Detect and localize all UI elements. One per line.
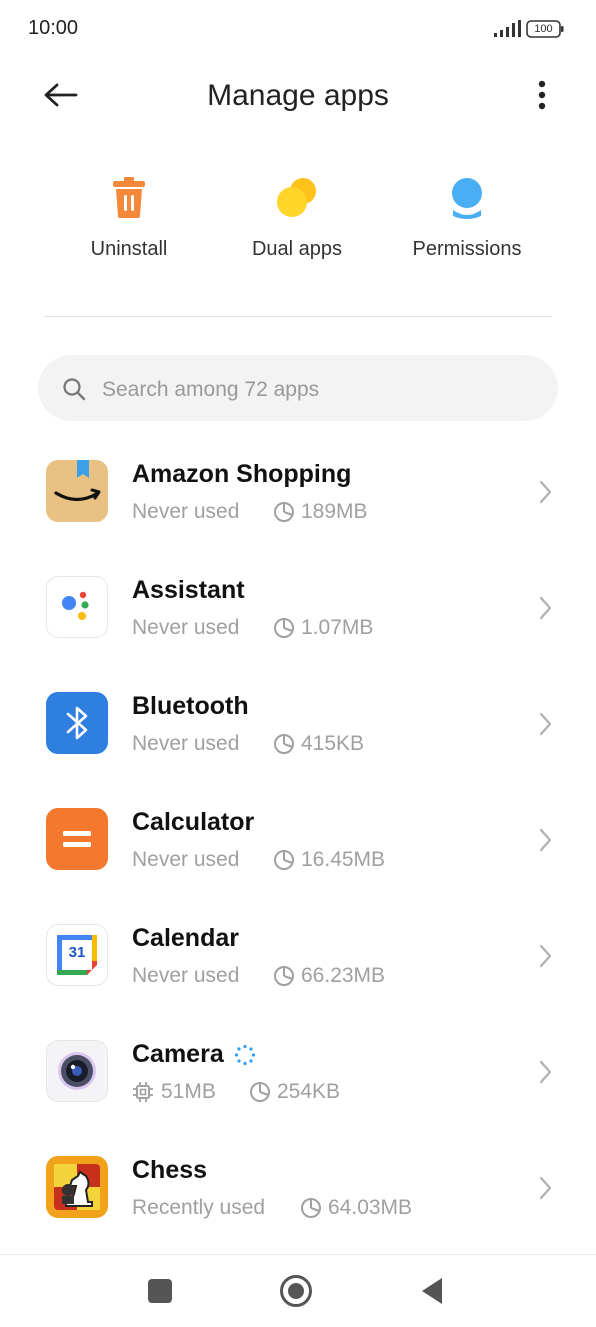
storage-pie-icon (301, 1198, 321, 1218)
status-bar: 10:00 100 (0, 0, 596, 58)
permissions-icon (452, 178, 482, 219)
app-usage: Never used (132, 732, 240, 755)
battery-icon: 100 (526, 20, 564, 38)
app-name: Amazon Shopping (132, 460, 352, 488)
recents-button[interactable] (142, 1273, 178, 1309)
storage-pie-icon (274, 734, 294, 754)
bluetooth-icon (46, 692, 108, 754)
battery-level: 100 (534, 23, 553, 35)
chevron-right-icon (539, 480, 552, 504)
app-name: Bluetooth (132, 692, 249, 720)
chevron-right-icon (539, 712, 552, 736)
calendar-day: 31 (68, 944, 86, 961)
app-row-bluetooth[interactable]: Bluetooth Never used 415KB (0, 692, 596, 808)
app-row-assistant[interactable]: Assistant Never used 1.07MB (0, 576, 596, 692)
home-button[interactable] (278, 1273, 314, 1309)
assistant-icon (46, 576, 108, 638)
dual-apps-button[interactable]: Dual apps (212, 176, 382, 276)
storage-pie-icon (274, 618, 294, 638)
chevron-right-icon (539, 1060, 552, 1084)
app-name: Camera (132, 1040, 224, 1068)
more-options-icon[interactable] (524, 76, 560, 116)
app-size: 254KB (277, 1080, 341, 1103)
uninstall-button[interactable]: Uninstall (44, 176, 214, 276)
search-icon (63, 378, 86, 401)
storage-pie-icon (274, 966, 294, 986)
app-usage: Never used (132, 964, 240, 987)
storage-pie-icon (274, 502, 294, 522)
dual-apps-icon (277, 178, 316, 217)
camera-icon (46, 1040, 108, 1102)
app-usage: Never used (132, 848, 240, 871)
app-name: Calendar (132, 924, 239, 952)
app-row-calculator[interactable]: Calculator Never used 16.45MB (0, 808, 596, 924)
app-row-camera[interactable]: Camera 51MB 254KB (0, 1040, 596, 1156)
page-title: Manage apps (207, 79, 389, 112)
app-name: Chess (132, 1156, 208, 1184)
dual-apps-label: Dual apps (251, 238, 343, 260)
trash-icon (113, 177, 145, 218)
app-usage: Recently used (132, 1196, 266, 1219)
app-row-amazon-shopping[interactable]: Amazon Shopping Never used 189MB (0, 460, 596, 576)
permissions-label: Permissions (412, 238, 522, 260)
app-size: 16.45MB (301, 848, 386, 871)
app-usage: Never used (132, 616, 240, 639)
storage-pie-icon (274, 850, 294, 870)
signal-icon (494, 20, 521, 37)
app-size: 1.07MB (301, 616, 374, 639)
app-usage: Never used (132, 500, 240, 523)
app-row-calendar[interactable]: 31 Calendar Never used 66.23MB (0, 924, 596, 1040)
search-placeholder: Search among 72 apps (102, 378, 320, 401)
permissions-button[interactable]: Permissions (382, 176, 552, 276)
chevron-right-icon (539, 944, 552, 968)
app-size: 66.23MB (301, 964, 386, 987)
app-memory: 51MB (161, 1080, 216, 1103)
loading-spinner-icon (234, 1044, 256, 1066)
chevron-right-icon (539, 1176, 552, 1200)
calculator-icon (46, 808, 108, 870)
app-size: 189MB (301, 500, 368, 523)
divider (44, 316, 552, 317)
app-name: Calculator (132, 808, 255, 836)
uninstall-label: Uninstall (90, 238, 168, 260)
chip-icon (133, 1082, 153, 1102)
amazon-shopping-icon (46, 460, 108, 522)
navigation-bar (0, 1254, 596, 1327)
app-size: 64.03MB (328, 1196, 413, 1219)
app-name: Assistant (132, 576, 245, 604)
back-button[interactable] (414, 1273, 450, 1309)
chevron-right-icon (539, 828, 552, 852)
calendar-icon: 31 (46, 924, 108, 986)
storage-pie-icon (250, 1082, 270, 1102)
chevron-right-icon (539, 596, 552, 620)
app-size: 415KB (301, 732, 365, 755)
chess-icon (46, 1156, 108, 1218)
status-time: 10:00 (28, 17, 79, 39)
